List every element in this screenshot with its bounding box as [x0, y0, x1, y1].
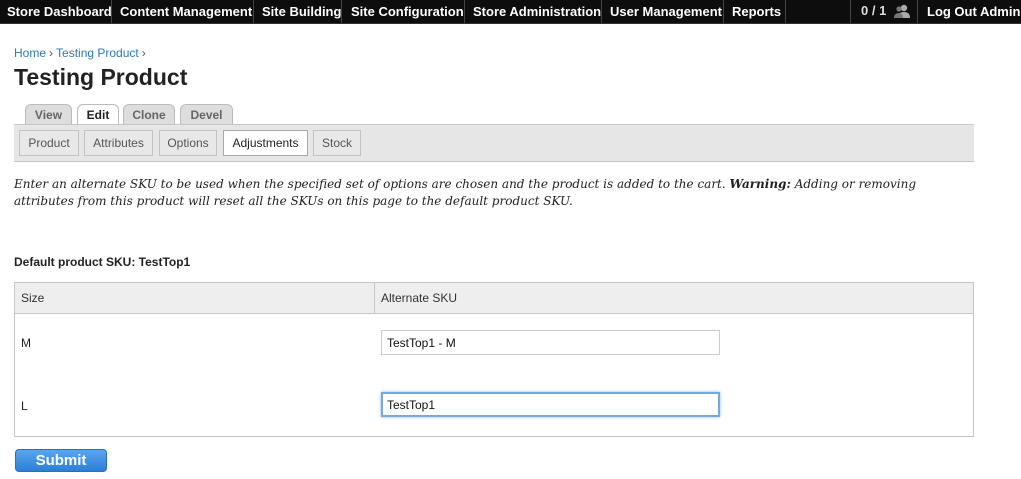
- online-users-count: 0 / 1: [861, 3, 887, 18]
- breadcrumb-home[interactable]: Home: [14, 46, 46, 60]
- secondary-tab-bar: [14, 124, 974, 162]
- tab-devel[interactable]: Devel: [180, 104, 233, 124]
- toolbar-reports[interactable]: Reports: [732, 0, 781, 23]
- column-header-size: Size: [21, 291, 45, 305]
- toolbar-separator: [723, 0, 724, 23]
- subtab-options[interactable]: Options: [159, 130, 217, 156]
- toolbar-separator: [601, 0, 602, 23]
- toolbar-separator: [785, 0, 786, 23]
- warning-label: Warning:: [729, 177, 791, 191]
- logout-link[interactable]: Log Out Admin: [927, 0, 1020, 23]
- subtab-stock[interactable]: Stock: [313, 130, 361, 156]
- toolbar-site-configuration[interactable]: Site Configuration: [351, 0, 464, 23]
- default-sku-label: Default product SKU: TestTop1: [14, 255, 191, 269]
- tab-clone[interactable]: Clone: [123, 104, 175, 124]
- tab-edit[interactable]: Edit: [77, 104, 119, 125]
- breadcrumb-separator: ›: [141, 46, 146, 60]
- page-title: Testing Product: [14, 64, 188, 90]
- submit-button[interactable]: Submit: [15, 449, 107, 472]
- column-divider: [374, 283, 375, 313]
- table-header: Size Alternate SKU: [15, 283, 973, 314]
- toolbar-separator: [917, 0, 918, 23]
- help-text: Enter an alternate SKU to be used when t…: [14, 176, 974, 210]
- size-label-m: M: [21, 336, 31, 350]
- toolbar-store-dashboard[interactable]: Store Dashboard: [7, 0, 112, 23]
- toolbar-separator: [253, 0, 254, 23]
- toolbar-user-management[interactable]: User Management: [610, 0, 722, 23]
- admin-toolbar: Store Dashboard Content Management Site …: [0, 0, 1021, 24]
- column-header-alternate-sku: Alternate SKU: [381, 291, 458, 305]
- toolbar-store-administration[interactable]: Store Administration: [473, 0, 601, 23]
- toolbar-separator: [464, 0, 465, 23]
- tab-view[interactable]: View: [25, 104, 72, 124]
- subtab-attributes[interactable]: Attributes: [84, 130, 153, 156]
- alternate-sku-input-l[interactable]: [381, 392, 720, 417]
- breadcrumb: Home › Testing Product ›: [14, 46, 149, 60]
- breadcrumb-separator: ›: [49, 46, 54, 60]
- help-text-intro: Enter an alternate SKU to be used when t…: [14, 177, 726, 191]
- toolbar-content-management[interactable]: Content Management: [120, 0, 252, 23]
- sku-table: Size Alternate SKU M L: [14, 282, 974, 437]
- toolbar-separator: [111, 0, 112, 23]
- toolbar-separator: [341, 0, 342, 23]
- breadcrumb-product[interactable]: Testing Product: [56, 46, 139, 60]
- toolbar-site-building[interactable]: Site Building: [262, 0, 341, 23]
- users-icon: [894, 4, 910, 18]
- size-label-l: L: [21, 399, 28, 413]
- subtab-adjustments[interactable]: Adjustments: [223, 130, 308, 156]
- alternate-sku-input-m[interactable]: [381, 330, 720, 355]
- toolbar-separator: [850, 0, 851, 23]
- subtab-product[interactable]: Product: [19, 130, 79, 156]
